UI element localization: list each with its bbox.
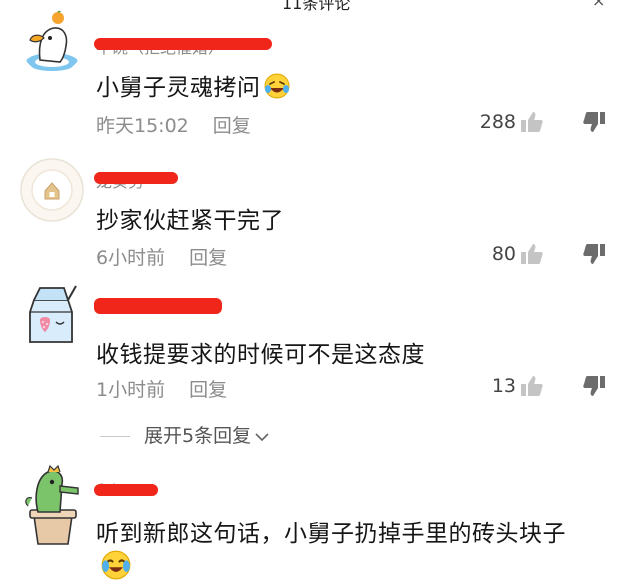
comment-text: 抄家伙赶紧干完了: [96, 208, 284, 234]
comment-meta: 1小时前 回复: [96, 375, 227, 402]
timestamp: 6小时前: [96, 247, 166, 269]
comments-title: 11条评论: [282, 0, 351, 12]
thumbs-down-icon[interactable]: [582, 110, 606, 134]
redaction-mark: [94, 38, 272, 50]
like-count: 80: [491, 243, 516, 265]
username-redacted[interactable]: 龙葵务: [94, 168, 186, 191]
thumbs-down-icon[interactable]: [582, 242, 606, 266]
divider-line: [100, 436, 130, 437]
comment-meta: 6小时前 回复: [96, 243, 227, 270]
expand-replies-button[interactable]: 展开5条回复: [100, 421, 269, 447]
timestamp: 1小时前: [96, 379, 166, 401]
timestamp: 昨天15:02: [96, 115, 189, 137]
close-icon[interactable]: ×: [592, 0, 605, 10]
username-redacted[interactable]: A.L.: [94, 480, 166, 502]
like-count: 13: [491, 375, 516, 397]
thumbs-up-icon[interactable]: [520, 374, 544, 398]
reply-button[interactable]: 回复: [189, 247, 227, 269]
redaction-mark: [94, 484, 158, 496]
chevron-down-icon: [255, 432, 269, 441]
thumbs-up-icon[interactable]: [520, 110, 544, 134]
reply-button[interactable]: 回复: [189, 379, 227, 401]
milk-carton-avatar-icon: [29, 285, 77, 343]
house-avatar-icon: [20, 158, 84, 222]
avatar-house[interactable]: [20, 158, 84, 222]
laughing-crying-emoji-icon: [264, 73, 289, 99]
dinosaur-avatar-icon: [25, 464, 79, 545]
comment-text: 小舅子灵魂拷问: [96, 68, 290, 102]
username-redacted[interactable]: 半碗（拒绝催婚）: [94, 34, 276, 57]
top-bar: 11条评论 ×: [0, 0, 640, 12]
username-redacted[interactable]: [94, 296, 226, 318]
avatar-duck[interactable]: [20, 10, 84, 74]
thumbs-down-icon[interactable]: [582, 374, 606, 398]
comment-text: 收钱提要求的时候可不是这态度: [96, 342, 425, 368]
comment-text: 听到新郎这句话，小舅子扔掉手里的砖头块子: [96, 521, 566, 547]
avatar-dinosaur[interactable]: [20, 458, 84, 548]
redaction-mark: [94, 298, 222, 314]
comment-meta: 昨天15:02 回复: [96, 111, 251, 138]
reply-button[interactable]: 回复: [213, 115, 251, 137]
redaction-mark: [94, 172, 178, 184]
avatar-milk-carton[interactable]: [20, 282, 84, 346]
crying-laughing-emoji-icon: [101, 550, 131, 580]
like-count: 288: [479, 111, 516, 133]
thumbs-up-icon[interactable]: [520, 242, 544, 266]
duck-avatar-icon: [20, 10, 84, 74]
